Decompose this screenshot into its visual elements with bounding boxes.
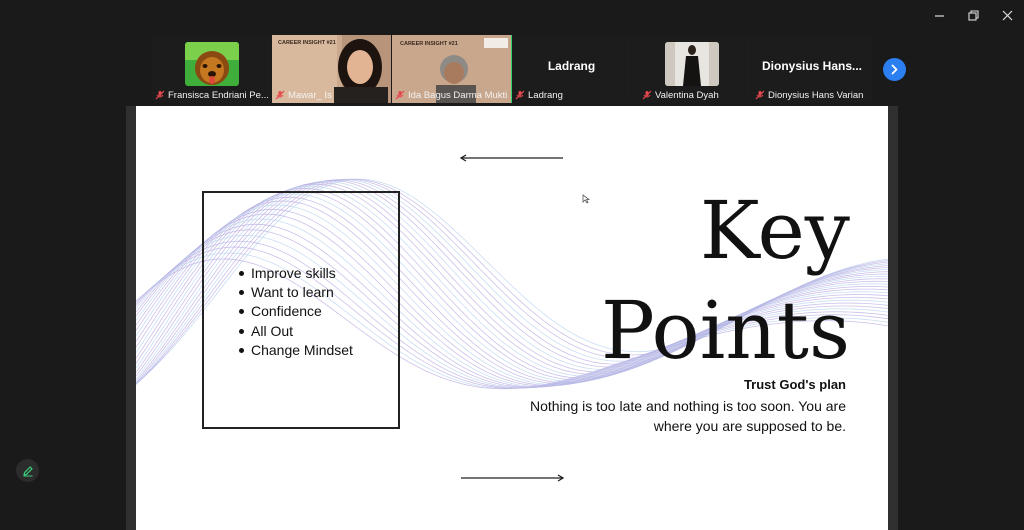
mic-muted-icon (755, 90, 765, 100)
shared-slide: Improve skills Want to learn Confidence … (136, 106, 888, 530)
list-item: Confidence (234, 302, 353, 321)
close-icon (1002, 10, 1012, 20)
participant-name: Ida Bagus Darma Mukti ... (408, 89, 511, 101)
chevron-right-icon (891, 64, 898, 75)
restore-button[interactable] (956, 0, 990, 30)
participant-name: Valentina Dyah (655, 89, 719, 101)
participant-tile[interactable]: Dionysius Hans... Dionysius Hans Varian (752, 35, 872, 103)
participant-name: Fransisca Endriani Pe... (168, 89, 269, 101)
dog-avatar-image (185, 42, 239, 86)
close-button[interactable] (990, 0, 1024, 30)
slide-border-right (888, 106, 898, 530)
list-item: All Out (234, 322, 353, 341)
minimize-button[interactable] (922, 0, 956, 30)
portrait-avatar-image (665, 42, 719, 86)
mouse-cursor-icon (582, 194, 590, 204)
participant-tile[interactable]: Fransisca Endriani Pe... (152, 35, 272, 103)
participant-tile[interactable]: CAREER INSIGHT #21 Mawar_ Is (272, 35, 392, 103)
mic-muted-icon (515, 90, 525, 100)
participant-display-name: Ladrang (547, 59, 596, 73)
participant-name-bar: Mawar_ Is (272, 87, 391, 103)
restore-icon (967, 9, 979, 21)
slide-subtitle: Trust God's plan (743, 377, 846, 392)
key-points-list: Improve skills Want to learn Confidence … (234, 264, 353, 360)
participant-tile[interactable]: Valentina Dyah (632, 35, 752, 103)
participant-tile[interactable]: Ladrang Ladrang (512, 35, 632, 103)
mic-muted-icon (275, 90, 285, 100)
participant-name-bar: Valentina Dyah (632, 87, 751, 103)
pencil-icon (22, 465, 33, 476)
list-item: Improve skills (234, 264, 353, 283)
window-controls (922, 0, 1024, 30)
list-item: Want to learn (234, 283, 353, 302)
annotate-button[interactable] (16, 459, 39, 482)
slide-title-line1: Key (699, 184, 850, 277)
participant-name-bar: Ida Bagus Darma Mukti ... (392, 87, 511, 103)
arrow-right-icon (461, 474, 565, 482)
participant-name: Mawar_ Is (288, 89, 332, 101)
slide-border-left (126, 106, 136, 530)
participant-strip: Fransisca Endriani Pe... CAREER INSIGHT … (152, 35, 872, 103)
slide-quote: Nothing is too late and nothing is too s… (529, 398, 846, 434)
next-participants-button[interactable] (883, 58, 906, 81)
overlay-caption: CAREER INSIGHT #21 (400, 41, 458, 47)
participant-name: Ladrang (528, 89, 563, 101)
mic-muted-icon (155, 90, 165, 100)
participant-name-bar: Fransisca Endriani Pe... (152, 87, 271, 103)
participant-tile-active-speaker[interactable]: CAREER INSIGHT #21 Ida Bagus Darma Mukti… (392, 35, 512, 103)
participant-display-name: Dionysius Hans... (761, 59, 863, 73)
overlay-caption: CAREER INSIGHT #21 (278, 40, 336, 46)
mic-muted-icon (642, 90, 652, 100)
participant-name-bar: Ladrang (512, 87, 631, 103)
list-item: Change Mindset (234, 341, 353, 360)
minimize-icon (934, 14, 944, 17)
arrow-left-icon (459, 154, 563, 162)
mic-muted-icon (395, 90, 405, 100)
participant-name: Dionysius Hans Varian (768, 89, 864, 101)
participant-name-bar: Dionysius Hans Varian (752, 87, 872, 103)
slide-title-line2: Points (600, 284, 850, 377)
